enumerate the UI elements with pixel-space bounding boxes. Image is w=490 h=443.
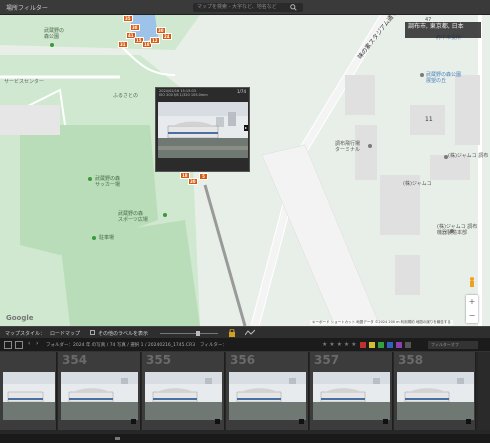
map-zoom-control: + − <box>466 295 478 323</box>
filmstrip-frame[interactable]: 355 <box>142 352 225 430</box>
zoom-out-button[interactable]: − <box>466 309 478 323</box>
filmstrip-frame[interactable] <box>0 352 57 430</box>
label-road-number: 11 <box>425 116 433 123</box>
label-jamco-2: (株)ジャムコ 調布 <box>448 153 489 159</box>
popup-index: 1/74 <box>237 89 246 94</box>
photo-pin[interactable]: 38 <box>130 24 140 31</box>
labels-checkbox[interactable] <box>90 330 95 335</box>
map-view[interactable]: 武蔵野の 森公園 サービスセンター ふるさとの 武蔵野の森 サッカー場 武蔵野の… <box>0 15 490 326</box>
popup-meta: 2024/02/16 15:15:03 ISO 200 f/8 1/320 10… <box>156 88 249 101</box>
label-soccer-field-2: サッカー場 <box>95 182 121 188</box>
label-jamco: (株)ジャムコ <box>403 181 432 187</box>
map-footer: キーボード ショートカット 地図データ ©2024 200 m 利用規約 地図の… <box>310 320 453 325</box>
filmstrip-frame[interactable]: 354 <box>58 352 141 430</box>
frame-badge-icon <box>466 419 471 424</box>
label-forest-park-2: 森公園 <box>44 34 60 40</box>
photo-pin[interactable]: 31 <box>118 41 128 48</box>
frame-number: 358 <box>398 353 424 367</box>
filter-bar-title: 場所フィルター <box>6 5 48 12</box>
search-icon[interactable] <box>290 4 297 11</box>
label-jamco-4: 機器製造本部 <box>437 230 468 236</box>
frame-badge-icon <box>299 419 304 424</box>
grid-view-icon[interactable] <box>4 341 12 349</box>
filmstrip-frame[interactable]: 357 <box>310 352 393 430</box>
frame-number: 355 <box>146 353 172 367</box>
popup-thumbnail[interactable] <box>158 102 248 158</box>
filmstrip-filter-label: フィルター： <box>200 343 227 348</box>
map-style-label: マップスタイル： <box>5 331 46 337</box>
loupe-view-icon[interactable] <box>15 341 23 349</box>
filter-state-select[interactable]: フィルターオフ <box>428 341 478 349</box>
filmstrip-scrollbar[interactable] <box>0 434 490 443</box>
rating-filter-stars[interactable]: ★ ★ ★ ★ ★ <box>322 341 357 348</box>
photo-pin[interactable]: 30 <box>188 178 198 185</box>
filter-state-text: フィルターオフ <box>431 342 459 347</box>
popup-exif: ISO 200 f/8 1/320 105.0mm <box>159 93 208 97</box>
filmstrip: 354 355 356 357 358 <box>0 352 490 434</box>
color-label-filter[interactable] <box>360 341 420 349</box>
label-furusato: ふるさとの <box>113 93 138 99</box>
labels-checkbox-label: その他のラベルを表示 <box>98 331 149 337</box>
zoom-in-button[interactable]: + <box>466 295 478 309</box>
frame-badge-icon <box>383 419 388 424</box>
google-logo: Google <box>6 314 34 322</box>
photo-preview-popup[interactable]: 2024/02/16 15:15:03 ISO 200 f/8 1/320 10… <box>155 87 250 172</box>
frame-number: 354 <box>62 353 88 367</box>
location-badge-text: 調布市, 東京都, 日本 <box>408 23 464 30</box>
photo-pin[interactable]: 24 <box>162 33 172 40</box>
map-slider-handle[interactable] <box>196 331 200 336</box>
street-view-pegman-icon[interactable] <box>468 277 476 289</box>
frame-badge-icon <box>215 419 220 424</box>
back-arrow-icon[interactable]: ‹ <box>28 340 30 347</box>
filmstrip-frame[interactable]: 358 <box>394 352 476 430</box>
track-icon[interactable] <box>245 329 255 337</box>
filmstrip-scroll-right[interactable] <box>478 352 490 430</box>
frame-number: 356 <box>230 353 256 367</box>
photo-pin[interactable]: 5 <box>199 173 208 180</box>
filmstrip-toolbar: ‹ › フォルダー：2024 年 の写真 / 74 写真 / 選択 1 / 20… <box>0 338 490 352</box>
filmstrip-scroll-thumb[interactable] <box>115 437 120 440</box>
frame-badge-icon <box>131 419 136 424</box>
map-search-input[interactable]: マップを検索 - 大字など、地名など <box>193 3 303 12</box>
label-service-center: サービスセンター <box>4 79 45 85</box>
filter-bar: 場所フィルター マップを検索 - 大字など、地名など <box>0 0 490 15</box>
lock-icon[interactable] <box>228 329 236 337</box>
popup-next-arrow[interactable]: ▸ <box>244 125 248 131</box>
map-slider-track[interactable] <box>160 333 218 334</box>
filmstrip-frame[interactable]: 356 <box>226 352 309 430</box>
label-museum-2: 展望の丘 <box>426 78 447 84</box>
photo-pin[interactable]: 12 <box>150 37 160 44</box>
location-badge: 調布市, 東京都, 日本 <box>405 22 481 38</box>
label-chofu-airport-2: ターミナル <box>335 147 361 153</box>
frame-number: 357 <box>314 353 340 367</box>
forward-arrow-icon[interactable]: › <box>36 340 38 347</box>
filmstrip-path: フォルダー：2024 年 の写真 / 74 写真 / 選択 1 / 202402… <box>46 343 196 348</box>
photo-pin[interactable]: 35 <box>123 15 133 22</box>
map-style-select[interactable]: ロードマップ <box>50 330 80 337</box>
label-parking: 駐車場 <box>99 235 115 241</box>
label-sports-2: スポーツ広場 <box>118 217 148 223</box>
map-toolbar: マップスタイル： ロードマップ その他のラベルを表示 <box>0 326 490 338</box>
